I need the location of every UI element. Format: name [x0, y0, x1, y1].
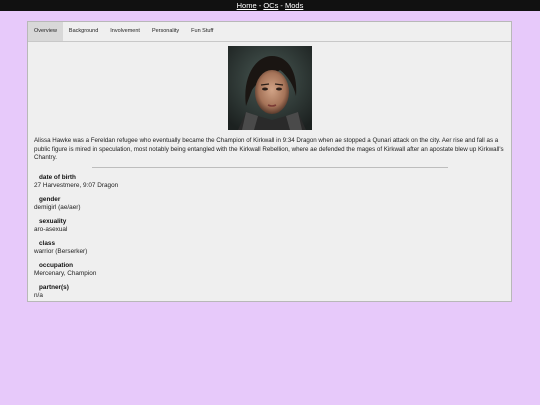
field-label: gender	[39, 195, 61, 203]
nav-separator: -	[280, 1, 283, 10]
character-portrait	[227, 46, 312, 130]
top-nav-bar: Home - OCs - Mods	[0, 0, 540, 11]
field-label: sexuality	[39, 217, 67, 225]
field-label: partner(s)	[39, 283, 69, 291]
character-panel: Overview Background Involvement Personal…	[27, 21, 512, 302]
tab-bar: Overview Background Involvement Personal…	[28, 22, 511, 42]
field-occupation: occupation Mercenary, Champion	[34, 262, 505, 278]
field-partners: partner(s) n/a	[34, 284, 505, 300]
portrait-container	[28, 46, 511, 135]
tab-background[interactable]: Background	[63, 22, 104, 41]
field-label: occupation	[39, 261, 74, 269]
field-value: Mercenary, Champion	[34, 269, 97, 277]
nav-separator: -	[258, 1, 262, 10]
tab-involvement[interactable]: Involvement	[104, 22, 146, 41]
field-value: warrior (Berserker)	[34, 247, 88, 255]
tab-overview[interactable]: Overview	[28, 22, 63, 41]
character-bio: Alissa Hawke was a Fereldan refugee who …	[34, 137, 504, 162]
nav-link-ocs[interactable]: OCs	[263, 1, 278, 10]
field-label: class	[39, 239, 55, 247]
field-date-of-birth: date of birth 27 Harvestmere, 9:07 Drago…	[34, 174, 505, 190]
tab-fun-stuff[interactable]: Fun Stuff	[185, 22, 219, 41]
field-value: n/a	[34, 291, 43, 299]
nav-link-mods[interactable]: Mods	[285, 1, 303, 10]
field-gender: gender demigirl (ae/aer)	[34, 196, 505, 212]
nav-link-home[interactable]: Home	[237, 1, 257, 10]
field-label: date of birth	[39, 173, 76, 181]
tab-personality[interactable]: Personality	[146, 22, 185, 41]
field-class: class warrior (Berserker)	[34, 240, 505, 256]
section-divider	[91, 166, 448, 168]
field-value: 27 Harvestmere, 9:07 Dragon	[34, 181, 119, 189]
field-sexuality: sexuality aro-asexual	[34, 218, 505, 234]
field-value: aro-asexual	[34, 225, 68, 233]
portrait-image	[227, 46, 312, 130]
field-value: demigirl (ae/aer)	[34, 203, 81, 211]
